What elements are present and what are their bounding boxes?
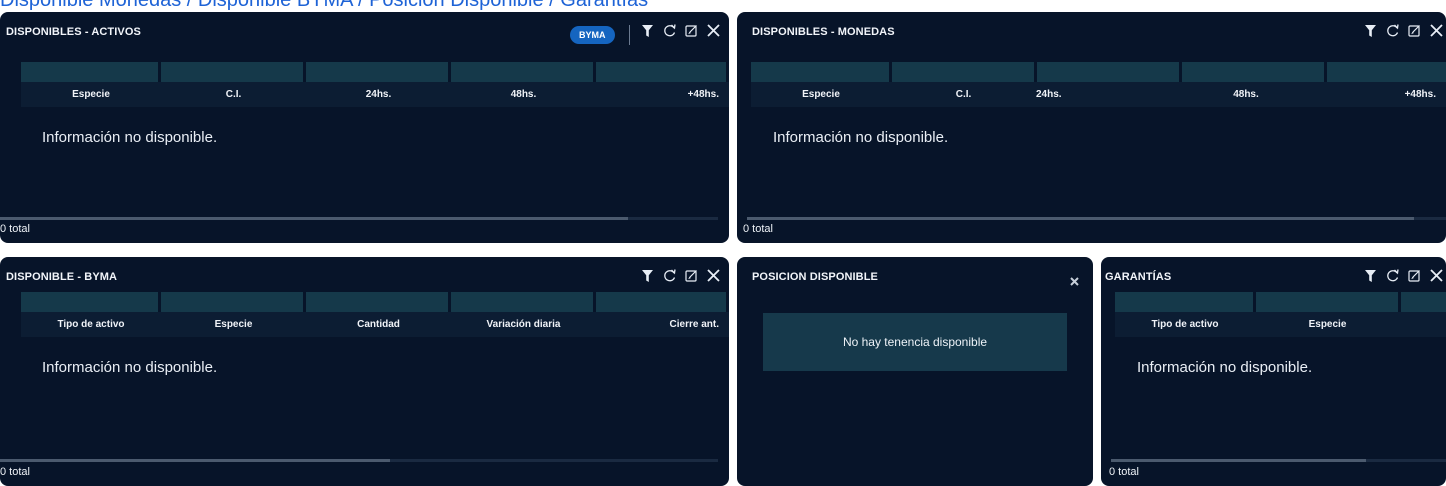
panel-header: DISPONIBLES - ACTIVOS — [0, 12, 729, 52]
column-header-ci[interactable]: C.I. — [161, 82, 306, 107]
column-header-especie[interactable]: Especie — [21, 82, 161, 107]
empty-message: Información no disponible. — [1137, 359, 1313, 376]
filter-input[interactable] — [161, 62, 303, 82]
panel-title: DISPONIBLES - MONEDAS — [752, 26, 895, 38]
filter-input[interactable] — [1037, 62, 1179, 82]
panel-header: POSICION DISPONIBLE — [737, 257, 1093, 297]
column-header-48hs[interactable]: 48hs. — [451, 82, 596, 107]
filter-input[interactable] — [21, 292, 158, 312]
panel-toolbar — [640, 23, 721, 38]
filter-input[interactable] — [451, 292, 593, 312]
filter-input[interactable] — [306, 62, 448, 82]
column-header-ci[interactable]: C.I. — [891, 82, 1036, 107]
column-header-mas48hs[interactable]: +48hs. — [1326, 82, 1446, 107]
divider — [629, 25, 630, 45]
column-header-row: Tipo de activo Especie Cantidad Variació… — [21, 312, 729, 337]
filter-input[interactable] — [1401, 292, 1446, 312]
refresh-icon[interactable] — [1385, 268, 1400, 283]
filter-input[interactable] — [1115, 292, 1253, 312]
column-header-cantidad[interactable]: Cantidad — [306, 312, 451, 337]
edit-icon[interactable] — [1407, 268, 1422, 283]
panel-toolbar — [1363, 268, 1444, 283]
filter-input[interactable] — [161, 292, 303, 312]
filter-icon[interactable] — [1363, 23, 1378, 38]
column-header-especie[interactable]: Especie — [1255, 312, 1400, 337]
close-icon[interactable] — [1070, 271, 1079, 290]
panel-header: DISPONIBLE - BYMA — [0, 257, 729, 297]
scrollbar-thumb[interactable] — [747, 217, 1414, 220]
no-holdings-message: No hay tenencia disponible — [763, 313, 1067, 371]
column-header-24hs[interactable]: 24hs. — [1036, 82, 1166, 107]
column-header-row: Especie C.I. 24hs. 48hs. +48hs. — [21, 82, 729, 107]
filter-input[interactable] — [306, 292, 448, 312]
column-header-row: Especie C.I. 24hs. 48hs. +48hs. — [751, 82, 1446, 107]
filter-input[interactable] — [892, 62, 1034, 82]
filter-row — [751, 62, 1446, 82]
column-header-tipo-de-activo[interactable]: Tipo de activo — [1115, 312, 1255, 337]
close-icon[interactable] — [1429, 268, 1444, 283]
row-total: 0 total — [0, 223, 30, 235]
scrollbar-thumb[interactable] — [0, 459, 390, 462]
filter-icon[interactable] — [1363, 268, 1378, 283]
column-header-row: Tipo de activo Especie — [1115, 312, 1446, 337]
panel-title: DISPONIBLE - BYMA — [6, 271, 118, 283]
scrollbar-thumb[interactable] — [1111, 459, 1366, 462]
panel-disponibles-monedas: DISPONIBLES - MONEDAS Especie C.I. 24hs.… — [737, 12, 1446, 243]
panel-disponible-byma: DISPONIBLE - BYMA Tipo de activo Especie… — [0, 257, 729, 486]
filter-input[interactable] — [1256, 292, 1398, 312]
filter-row — [21, 62, 729, 82]
filter-input[interactable] — [21, 62, 158, 82]
empty-message: Información no disponible. — [42, 129, 218, 146]
close-icon[interactable] — [706, 268, 721, 283]
column-header-mas48hs[interactable]: +48hs. — [596, 82, 729, 107]
refresh-icon[interactable] — [662, 23, 677, 38]
scrollbar-thumb[interactable] — [0, 217, 628, 220]
filter-input[interactable] — [451, 62, 593, 82]
byma-badge[interactable]: BYMA — [570, 26, 615, 44]
panel-title: GARANTÍAS — [1105, 271, 1172, 283]
refresh-icon[interactable] — [1385, 23, 1400, 38]
panel-title: POSICION DISPONIBLE — [752, 271, 878, 283]
row-total: 0 total — [0, 466, 30, 478]
page-title: Disponible Monedas / Disponible BYMA / P… — [0, 0, 649, 11]
filter-input[interactable] — [596, 292, 726, 312]
filter-icon[interactable] — [640, 268, 655, 283]
close-icon[interactable] — [706, 23, 721, 38]
filter-row — [1115, 292, 1446, 312]
filter-input[interactable] — [751, 62, 889, 82]
panel-garantias: GARANTÍAS Tipo de activo Especie Informa… — [1101, 257, 1446, 486]
edit-icon[interactable] — [684, 23, 699, 38]
column-header-variacion-diaria[interactable]: Variación diaria — [451, 312, 596, 337]
row-total: 0 total — [743, 223, 773, 235]
filter-input[interactable] — [1182, 62, 1324, 82]
column-header-especie[interactable]: Especie — [161, 312, 306, 337]
row-total: 0 total — [1109, 466, 1139, 478]
panel-toolbar — [1363, 23, 1444, 38]
empty-message: Información no disponible. — [42, 359, 218, 376]
column-header-48hs[interactable]: 48hs. — [1166, 82, 1326, 107]
column-header-cierre-ant[interactable]: Cierre ant. — [596, 312, 729, 337]
panel-posicion-disponible: POSICION DISPONIBLE No hay tenencia disp… — [737, 257, 1093, 486]
edit-icon[interactable] — [1407, 23, 1422, 38]
filter-input[interactable] — [596, 62, 726, 82]
filter-icon[interactable] — [640, 23, 655, 38]
empty-message: Información no disponible. — [773, 129, 949, 146]
edit-icon[interactable] — [684, 268, 699, 283]
panel-title: DISPONIBLES - ACTIVOS — [6, 26, 141, 38]
close-icon[interactable] — [1429, 23, 1444, 38]
panel-toolbar — [640, 268, 721, 283]
panel-disponibles-activos: DISPONIBLES - ACTIVOS BYMA Especie C.I. … — [0, 12, 729, 243]
refresh-icon[interactable] — [662, 268, 677, 283]
column-header-tipo-de-activo[interactable]: Tipo de activo — [21, 312, 161, 337]
column-header-especie[interactable]: Especie — [751, 82, 891, 107]
filter-input[interactable] — [1327, 62, 1446, 82]
panel-header: DISPONIBLES - MONEDAS — [737, 12, 1446, 52]
column-header-24hs[interactable]: 24hs. — [306, 82, 451, 107]
filter-row — [21, 292, 729, 312]
